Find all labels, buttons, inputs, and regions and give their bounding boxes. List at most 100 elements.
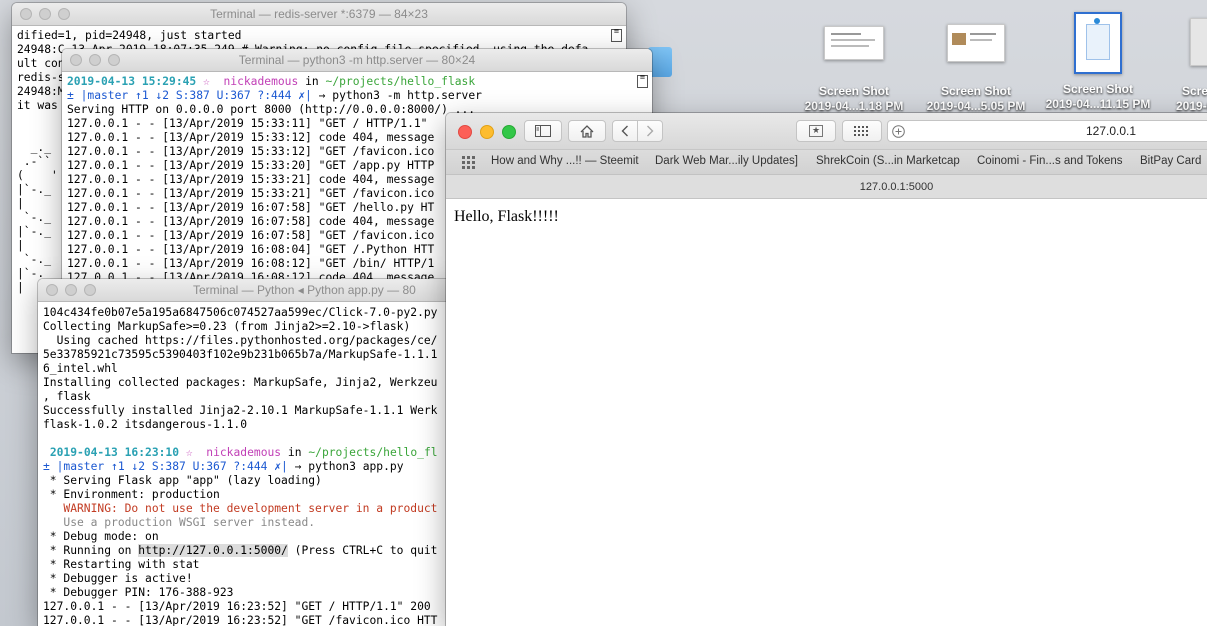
minimize-button[interactable] [480,125,494,139]
prompt-command: python3 app.py [308,460,404,473]
add-icon [892,125,905,138]
terminal-line: 127.0.0.1 - - [13/Apr/2019 15:33:21] cod… [67,173,435,186]
flask-debug-mode: * Debug mode: on [43,530,159,543]
star-icon: ★ [808,125,824,137]
terminal-line: 24948:M [17,85,65,98]
flask-running-suffix: (Press CTRL+C to quit [287,544,438,557]
favorite-link[interactable]: How and Why ...!! — Steemit [491,155,639,167]
desktop-icon-date: 2019-04...1.18 PM [804,99,904,113]
minimize-button[interactable] [65,284,77,296]
tab-title[interactable]: 127.0.0.1:5000 [446,175,1207,199]
safari-window[interactable]: ★ 127.0.0.1 How and Why ...!! — Steemit … [446,113,1207,626]
home-icon [580,124,594,138]
favorites-bar: How and Why ...!! — Steemit Dark Web Mar… [446,149,1207,175]
forward-button[interactable] [637,120,663,142]
screenshot-thumbnail [824,26,884,60]
prompt-command: python3 -m http.server [332,89,482,102]
desktop-icon-date: 2019-04...5.05 PM [926,99,1026,113]
screenshot-thumbnail [1074,12,1122,74]
flask-request-log: 127.0.0.1 - - [13/Apr/2019 16:23:52] "GE… [43,614,438,626]
terminal-line: 127.0.0.1 - - [13/Apr/2019 15:33:20] "GE… [67,159,435,172]
scroll-indicator-icon[interactable]: ≡ [611,28,622,42]
flask-debugger-active: * Debugger is active! [43,572,193,585]
titlebar[interactable]: Terminal — redis-server *:6379 — 84×23 [12,3,626,26]
terminal-line: |`-._ [17,183,52,196]
close-button[interactable] [46,284,58,296]
titlebar[interactable]: Terminal — Python ◂ Python app.py — 80 [38,279,458,302]
terminal-line: , flask [43,390,91,403]
terminal-line: 127.0.0.1 - - [13/Apr/2019 15:33:12] cod… [67,131,435,144]
flask-warning-line: WARNING: Do not use the development serv… [43,502,438,515]
flask-restarting-line: * Restarting with stat [43,558,200,571]
flask-debugger-pin: * Debugger PIN: 176-388-923 [43,586,234,599]
flask-warning-hint: Use a production WSGI server instead. [43,516,316,529]
top-sites-button[interactable] [842,120,882,142]
prompt-line: 2019-04-13 15:29:45 ☆ nickademous in ~/p… [67,75,475,88]
close-button[interactable] [458,125,472,139]
flask-running-url[interactable]: http://127.0.0.1:5000/ [138,544,288,557]
grid-icon [854,126,868,136]
desktop-icon-screenshot-2[interactable]: Screen Shot 2019-04...5.05 PM [916,24,1036,114]
terminal-line: Using cached https://files.pythonhosted.… [43,334,438,347]
address-text[interactable]: 127.0.0.1 [1086,124,1136,138]
prompt-in: in [287,446,302,459]
favorite-link[interactable]: Dark Web Mar...ily Updates] [655,155,798,167]
terminal-line: Serving HTTP on 0.0.0.0 port 8000 (http:… [67,103,476,116]
favorite-link[interactable]: Coinomi - Fin...s and Tokens [977,155,1123,167]
terminal-line: 6_intel.whl [43,362,118,375]
scroll-indicator-icon[interactable]: ≡ [637,74,648,88]
window-title: Terminal — Python ◂ Python app.py — 80 [193,283,416,297]
desktop-icon-screenshot-1[interactable]: Screen Shot 2019-04...1.18 PM [794,26,914,114]
prompt-star: ☆ [185,446,193,459]
prompt-user: nickademous [206,446,282,459]
terminal-line: `-._ [17,253,52,266]
sidebar-icon [535,125,551,137]
desktop-icon-screenshot-3[interactable]: Screen Shot 2019-04...11.15 PM [1038,12,1158,112]
favorite-link[interactable]: BitPay Card [1140,155,1201,167]
page-content: Hello, Flask!!!!! [454,208,559,225]
git-status: ± |master ↑1 ↓2 S:387 U:367 ?:444 ✗| [67,89,312,102]
titlebar[interactable]: Terminal — python3 -m http.server — 80×2… [62,49,652,72]
zoom-button[interactable] [84,284,96,296]
prompt-date: 2019-04-13 15:29:45 [67,75,197,88]
prompt-arrow: → [294,460,302,473]
browser-toolbar[interactable]: ★ 127.0.0.1 [446,113,1207,149]
terminal-window-flask[interactable]: Terminal — Python ◂ Python app.py — 80 1… [38,279,458,626]
desktop-icon-screenshot-4[interactable]: Scre 2019-0 [1160,18,1207,114]
bookmarks-button[interactable]: ★ [796,120,836,142]
back-button[interactable] [612,120,638,142]
prompt-star: ☆ [203,75,210,88]
terminal-output[interactable]: 104c434fe0b07e5a195a6847506c074527aa599e… [38,302,458,626]
desktop-icon-date: 2019-0 [1176,99,1207,113]
prompt-in: in [305,75,319,88]
terminal-line: 127.0.0.1 - - [13/Apr/2019 16:07:58] cod… [67,215,435,228]
screenshot-thumbnail [947,24,1005,62]
terminal-line: Collecting MarkupSafe>=0.23 (from Jinja2… [43,320,411,333]
home-button[interactable] [568,120,606,142]
prompt-path: ~/projects/hello_fl [308,446,438,459]
prompt-date: 2019-04-13 16:23:10 [49,446,180,459]
window-title: Terminal — python3 -m http.server — 80×2… [238,53,476,67]
chevron-left-icon [621,125,628,137]
terminal-line: | [17,197,52,210]
terminal-line: 127.0.0.1 - - [13/Apr/2019 15:33:21] "GE… [67,187,435,200]
terminal-line: `-._ [17,211,52,224]
show-all-bookmarks-icon[interactable] [462,156,475,169]
terminal-line: 127.0.0.1 - - [13/Apr/2019 16:07:58] "GE… [67,201,435,214]
desktop-icon-name: Screen Shot [818,84,890,98]
terminal-line: Installing collected packages: MarkupSaf… [43,376,438,389]
flask-request-log: 127.0.0.1 - - [13/Apr/2019 16:23:52] "GE… [43,600,431,613]
chevron-right-icon [647,125,654,137]
terminal-line: ( ' [17,169,58,182]
terminal-line: 127.0.0.1 - - [13/Apr/2019 16:08:12] "GE… [67,257,435,270]
sidebar-toggle-button[interactable] [524,120,562,142]
zoom-button[interactable] [502,125,516,139]
desktop-icon-name: Screen Shot [1062,82,1134,96]
window-title: Terminal — redis-server *:6379 — 84×23 [210,7,428,21]
terminal-line: redis-s [17,71,65,84]
terminal-line: .-`` [17,155,52,168]
terminal-line: |`-._ [17,225,52,238]
terminal-line: | [17,239,52,252]
address-bar[interactable] [887,120,1207,142]
favorite-link[interactable]: ShrekCoin (S...in Marketcap [816,155,960,167]
